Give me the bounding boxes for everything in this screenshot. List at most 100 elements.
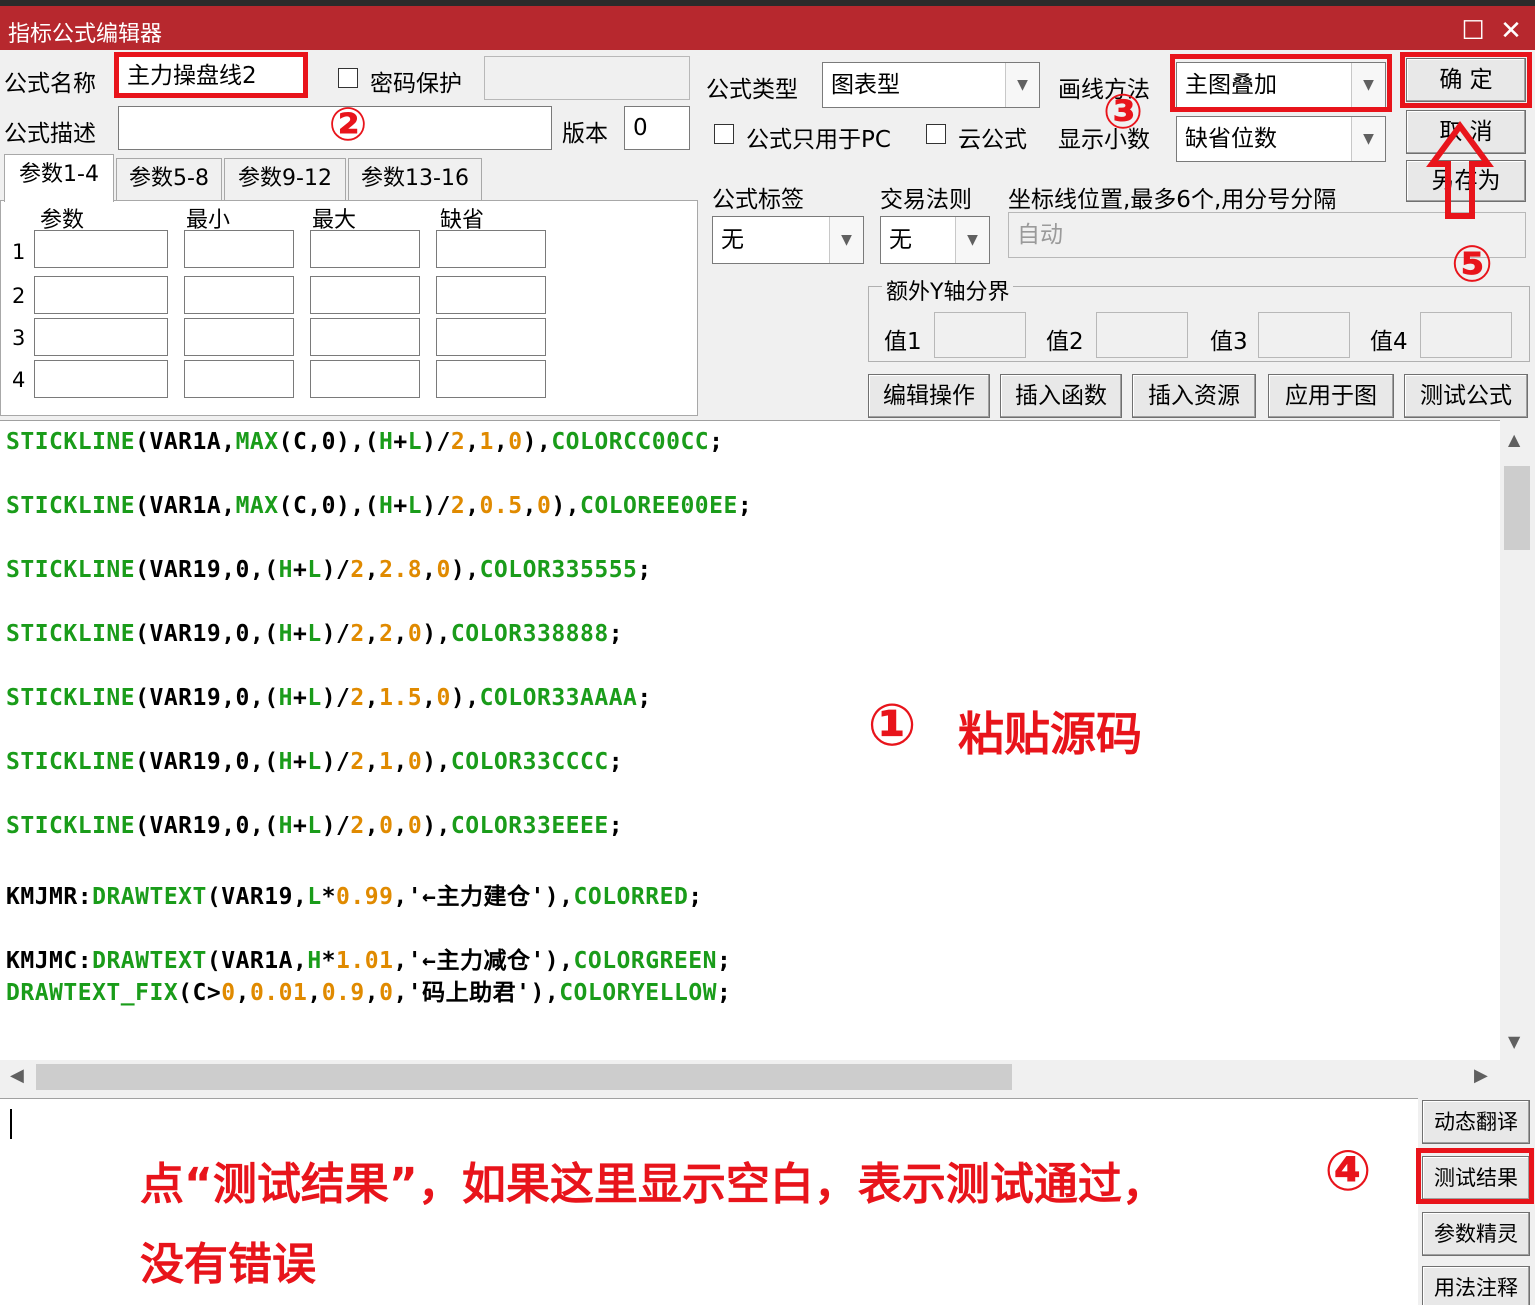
vertical-scrollbar[interactable]: ▲ ▼ [1500, 420, 1535, 1060]
code-token: 0 [379, 813, 394, 839]
code-token: (VAR1A, [135, 493, 236, 519]
param-max-input[interactable] [310, 276, 420, 314]
param-min-input[interactable] [184, 318, 294, 356]
edit-ops-button[interactable]: 编辑操作 [868, 374, 990, 418]
code-line: STICKLINE(VAR1A,MAX(C,0),(H+L)/2,0.5,0),… [6, 493, 752, 519]
code-token: , [422, 557, 437, 583]
code-token: ), [551, 493, 581, 519]
param-default-input[interactable] [436, 360, 546, 398]
cloud-label: 云公式 [958, 127, 1027, 153]
vertical-scroll-thumb[interactable] [1504, 466, 1530, 550]
code-token: 2 [379, 621, 394, 647]
trade-rule-select[interactable]: 无 ▼ [880, 216, 990, 264]
param-default-input[interactable] [436, 276, 546, 314]
code-token: 0.9 [321, 980, 365, 1006]
code-token: (VAR1A, [135, 429, 236, 455]
param-max-input[interactable] [310, 360, 420, 398]
param-wizard-button[interactable]: 参数精灵 [1422, 1212, 1530, 1256]
cloud-checkbox[interactable] [926, 124, 946, 144]
tab-params-5-8[interactable]: 参数5-8 [116, 158, 222, 200]
code-token: STICKLINE [6, 429, 136, 455]
scroll-left-icon[interactable]: ◀ [10, 1065, 24, 1086]
code-token: , [393, 749, 408, 775]
param-row-number: 1 [12, 240, 26, 264]
code-token: 0 [379, 980, 394, 1006]
code-token: ), [522, 429, 552, 455]
code-editor[interactable]: STICKLINE(VAR1A,MAX(C,0),(H+L)/2,1,0),CO… [0, 420, 1500, 1060]
code-token: (VAR19,0,( [135, 749, 279, 775]
code-token: COLOR33AAAA [479, 685, 638, 711]
code-token: ,'←主力减仓'), [393, 948, 574, 974]
tab-params-9-12[interactable]: 参数9-12 [224, 158, 346, 200]
code-token: 1.5 [379, 685, 423, 711]
code-token: L [307, 749, 322, 775]
insert-resource-button[interactable]: 插入资源 [1132, 374, 1256, 418]
code-token: DRAWTEXT [92, 948, 207, 974]
scroll-down-icon[interactable]: ▼ [1508, 1032, 1520, 1051]
test-formula-button[interactable]: 测试公式 [1404, 374, 1528, 418]
code-line: STICKLINE(VAR19,0,(H+L)/2,2,0),COLOR3388… [6, 621, 623, 647]
code-token: ; [717, 980, 732, 1006]
code-token: , [364, 813, 380, 839]
version-input[interactable]: 0 [624, 106, 690, 150]
param-default-input[interactable] [436, 318, 546, 356]
code-token: , [364, 685, 380, 711]
trade-rule-label: 交易法则 [880, 187, 972, 213]
scroll-right-icon[interactable]: ▶ [1474, 1065, 1488, 1086]
code-token: STICKLINE [6, 813, 136, 839]
param-row-number: 3 [12, 326, 26, 350]
param-default-input[interactable] [436, 230, 546, 268]
pc-only-checkbox[interactable] [714, 124, 734, 144]
code-token: ), [450, 557, 480, 583]
code-token: L [307, 884, 322, 910]
chevron-down-icon: ▼ [1005, 63, 1039, 107]
apply-to-chart-button[interactable]: 应用于图 [1268, 374, 1394, 418]
usage-note-button[interactable]: 用法注释 [1422, 1266, 1530, 1305]
code-token: + [292, 813, 308, 839]
decimal-value: 缺省位数 [1185, 126, 1277, 152]
formula-tag-label: 公式标签 [712, 187, 804, 213]
formula-type-value: 图表型 [831, 72, 900, 98]
tab-params-13-16[interactable]: 参数13-16 [348, 158, 482, 200]
code-token: 2 [450, 493, 466, 519]
code-token: COLOR33EEEE [450, 813, 609, 839]
password-checkbox[interactable] [338, 68, 358, 88]
formula-tag-select[interactable]: 无 ▼ [712, 216, 864, 264]
code-token: L [307, 813, 322, 839]
up-arrow-icon [1426, 120, 1494, 219]
formula-type-select[interactable]: 图表型 ▼ [822, 62, 1040, 108]
param-max-input[interactable] [310, 230, 420, 268]
tab-params-1-4[interactable]: 参数1-4 [4, 154, 114, 202]
maximize-button[interactable]: ☐ [1456, 14, 1490, 48]
code-line: STICKLINE(VAR19,0,(H+L)/2,0,0),COLOR33EE… [6, 813, 623, 839]
code-token: + [393, 493, 408, 519]
horizontal-scroll-thumb[interactable] [36, 1064, 1012, 1090]
horizontal-scrollbar[interactable]: ◀ ▶ [0, 1060, 1500, 1093]
window-title: 指标公式编辑器 [8, 22, 163, 47]
formula-name-label: 公式名称 [4, 71, 96, 97]
code-token: H [307, 948, 322, 974]
param-name-input[interactable] [34, 276, 168, 314]
param-max-input[interactable] [310, 318, 420, 356]
decimal-select[interactable]: 缺省位数 ▼ [1176, 116, 1386, 162]
code-token: STICKLINE [6, 557, 136, 583]
y-value-label: 值2 [1046, 329, 1084, 355]
param-name-input[interactable] [34, 230, 168, 268]
annotation-box-name [114, 52, 308, 98]
code-token: , [364, 980, 380, 1006]
insert-function-button[interactable]: 插入函数 [1000, 374, 1122, 418]
close-button[interactable]: ✕ [1494, 14, 1528, 48]
code-token: L [407, 493, 423, 519]
code-token: (VAR19, [206, 884, 308, 910]
param-min-input[interactable] [184, 360, 294, 398]
param-min-input[interactable] [184, 230, 294, 268]
code-token: STICKLINE [6, 621, 136, 647]
scroll-up-icon[interactable]: ▲ [1508, 430, 1520, 449]
param-name-input[interactable] [34, 318, 168, 356]
dynamic-translate-button[interactable]: 动态翻译 [1422, 1100, 1530, 1144]
param-name-input[interactable] [34, 360, 168, 398]
param-min-input[interactable] [184, 276, 294, 314]
code-line: STICKLINE(VAR19,0,(H+L)/2,1.5,0),COLOR33… [6, 685, 652, 711]
code-token: , [393, 813, 408, 839]
code-token: (VAR19,0,( [135, 621, 279, 647]
